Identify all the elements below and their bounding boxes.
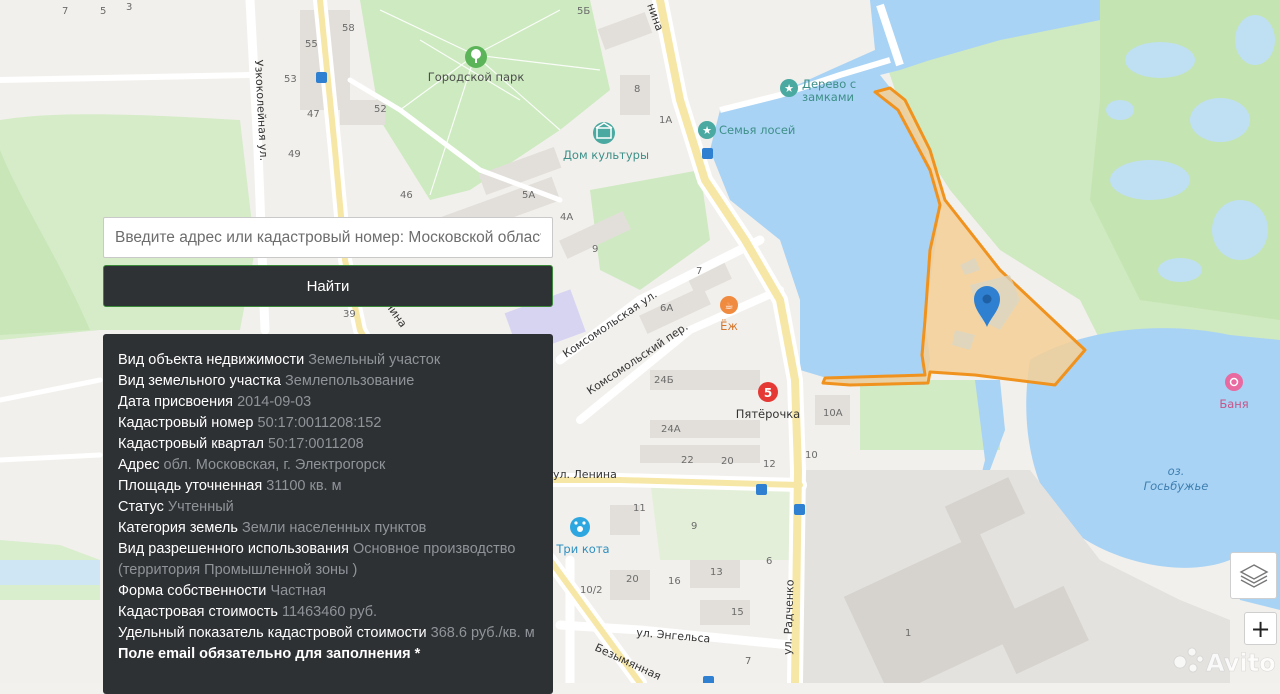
svg-text:13: 13 (710, 567, 723, 578)
info-row-status: Статус Учтенный (118, 499, 234, 515)
info-row-land-category: Категория земель Земли населенных пункто… (118, 520, 427, 536)
avito-watermark: Avito (1173, 647, 1276, 677)
street-label-radchenko: ул. Радченко (781, 579, 797, 655)
svg-text:3: 3 (126, 2, 132, 13)
svg-text:10/2: 10/2 (580, 585, 602, 596)
pet-shop-icon (570, 517, 590, 537)
pet-label: Три кота (555, 542, 609, 556)
svg-text:58: 58 (342, 23, 355, 34)
left-water-strip (0, 560, 100, 585)
svg-text:1А: 1А (659, 115, 672, 126)
svg-text:52: 52 (374, 104, 387, 115)
street-label-lenina: ул. Ленина (553, 468, 617, 481)
svg-text:10: 10 (805, 450, 818, 461)
layers-button[interactable] (1230, 552, 1277, 599)
svg-text:53: 53 (284, 74, 297, 85)
info-row-land-type: Вид земельного участка Землепользование (118, 373, 415, 389)
parcel-info-panel: Вид объекта недвижимости Земельный участ… (103, 334, 553, 694)
svg-text:12: 12 (763, 459, 776, 470)
svg-text:20: 20 (721, 456, 734, 467)
lake-label-1: оз. (1168, 464, 1185, 478)
bath-icon (1225, 373, 1243, 391)
search-input[interactable] (104, 218, 552, 257)
svg-text:7: 7 (62, 6, 68, 17)
info-row-ownership: Форма собственности Частная (118, 583, 326, 599)
svg-text:9: 9 (592, 244, 598, 255)
svg-text:Avito: Avito (1206, 649, 1276, 677)
culture-house-label: Дом культуры (563, 148, 649, 162)
svg-text:39: 39 (343, 309, 356, 320)
moose-landmark-icon: ★ (698, 121, 716, 139)
svg-text:49: 49 (288, 149, 301, 160)
svg-text:6А: 6А (660, 303, 673, 314)
svg-text:5: 5 (764, 386, 772, 400)
info-row-address: Адрес обл. Московская, г. Электрогорск (118, 457, 386, 473)
svg-text:20: 20 (626, 574, 639, 585)
cafe-icon: ☕ (720, 296, 738, 314)
svg-text:11: 11 (633, 503, 646, 514)
info-row-cadastral-value: Кадастровая стоимость 11463460 руб. (118, 604, 378, 620)
tree-label-2: замками (802, 90, 854, 104)
email-required-note: Поле email обязательно для заполнения * (118, 646, 421, 662)
svg-text:5Б: 5Б (577, 6, 590, 17)
info-row-object-type: Вид объекта недвижимости Земельный участ… (118, 352, 441, 368)
culture-house-icon (593, 122, 615, 144)
info-row-cadastral-quarter: Кадастровый квартал 50:17:0011208 (118, 436, 364, 452)
tree-label-1: Дерево с (802, 77, 856, 91)
svg-text:22: 22 (681, 455, 694, 466)
zoom-in-icon: + (1250, 614, 1271, 643)
tree-landmark-icon: ★ (780, 79, 798, 97)
bath-label: Баня (1219, 397, 1248, 411)
svg-text:24Б: 24Б (654, 375, 674, 386)
park-icon (465, 46, 487, 68)
svg-text:5: 5 (100, 6, 106, 17)
svg-text:6: 6 (766, 556, 772, 567)
info-row-permitted-use: Вид разрешенного использования Основное … (118, 541, 516, 578)
svg-text:7: 7 (696, 266, 702, 277)
shop-icon: 5 (758, 382, 778, 402)
park-label: Городской парк (428, 70, 525, 84)
svg-text:★: ★ (702, 124, 712, 137)
svg-text:☕: ☕ (725, 301, 734, 312)
svg-text:47: 47 (307, 109, 320, 120)
svg-text:24А: 24А (661, 424, 681, 435)
svg-text:46: 46 (400, 190, 413, 201)
svg-text:10А: 10А (823, 408, 843, 419)
svg-text:5А: 5А (522, 190, 535, 201)
shop-label: Пятёрочка (736, 407, 800, 421)
svg-text:★: ★ (784, 82, 794, 95)
svg-text:4А: 4А (560, 212, 573, 223)
svg-text:8: 8 (634, 84, 640, 95)
cafe-label: Ёж (720, 318, 738, 333)
lake-label-2: Госьбужье (1144, 479, 1209, 493)
info-row-area: Площадь уточненная 31100 кв. м (118, 478, 342, 494)
block-green (650, 480, 790, 560)
layers-icon (1239, 563, 1268, 588)
moose-label: Семья лосей (719, 123, 795, 137)
find-button[interactable]: Найти (103, 265, 553, 307)
svg-text:15: 15 (731, 607, 744, 618)
svg-text:55: 55 (305, 39, 318, 50)
find-button-label: Найти (306, 277, 350, 295)
info-row-cadastral-number: Кадастровый номер 50:17:0011208:152 (118, 415, 382, 431)
svg-text:9: 9 (691, 521, 697, 532)
svg-text:16: 16 (668, 576, 681, 587)
svg-text:7: 7 (745, 656, 751, 667)
info-row-assign-date: Дата присвоения 2014-09-03 (118, 394, 312, 410)
svg-text:1: 1 (905, 628, 911, 639)
info-row-specific-value: Удельный показатель кадастровой стоимост… (118, 625, 535, 641)
search-box[interactable] (103, 217, 553, 258)
